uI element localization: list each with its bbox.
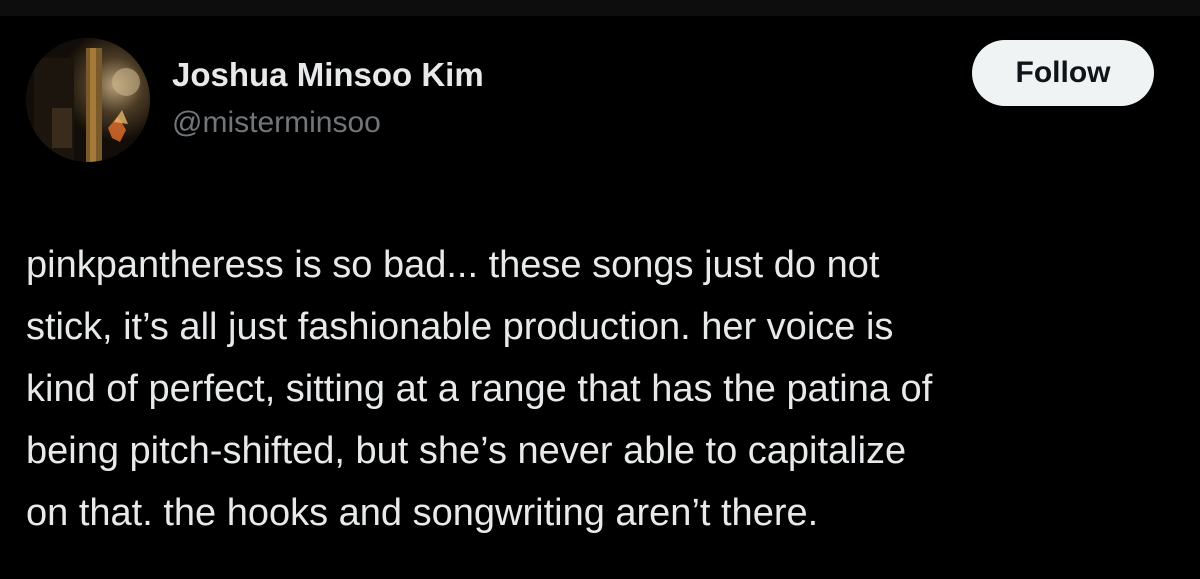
author-handle[interactable]: @misterminsoo [172,106,381,140]
tweet-text-line: pinkpantheress is so bad... these songs … [26,244,880,286]
tweet-card: Joshua Minsoo Kim @misterminsoo Follow p… [0,16,1200,579]
tweet-text-line: stick, it’s all just fashionable product… [26,306,894,348]
avatar[interactable] [26,38,150,162]
author-display-name[interactable]: Joshua Minsoo Kim [172,56,484,94]
tweet-text-line: on that. the hooks and songwriting aren’… [26,492,819,534]
avatar-image [26,38,150,162]
follow-button[interactable]: Follow [972,40,1154,106]
tweet-text-line: kind of perfect, sitting at a range that… [26,368,933,410]
tweet-text-line: being pitch-shifted, but she’s never abl… [26,430,907,472]
top-strip [0,0,1200,16]
tweet-text: pinkpantheress is so bad... these songs … [26,234,1186,544]
